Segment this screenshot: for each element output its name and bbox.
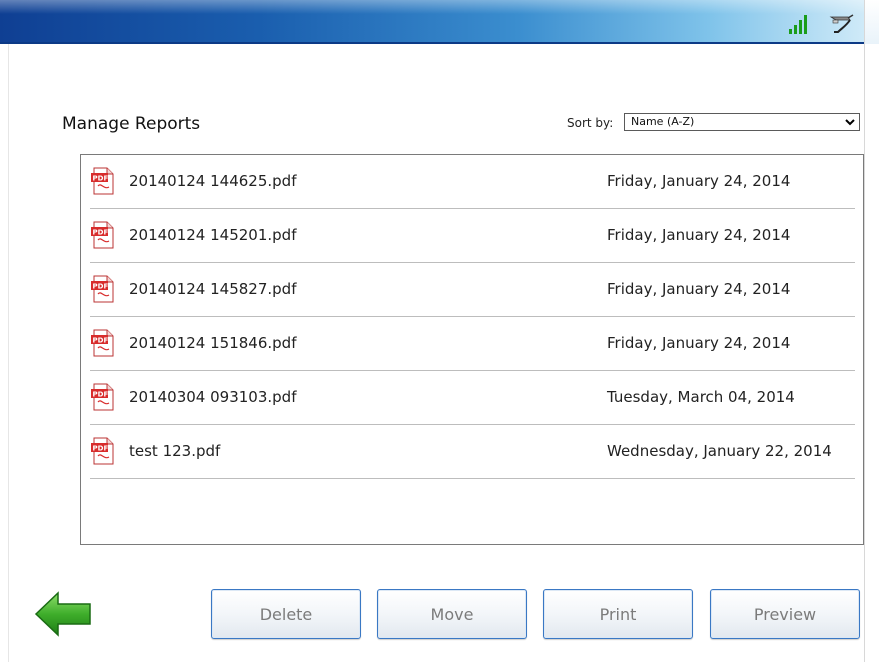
file-date: Friday, January 24, 2014 [607, 280, 791, 298]
sort-selected-value: Name (A-Z) [631, 115, 695, 128]
status-bar [0, 0, 864, 44]
svg-text:PDF: PDF [93, 175, 109, 183]
pdf-file-icon: PDF [91, 437, 114, 465]
file-row[interactable]: PDF 20140304 093103.pdf Tuesday, March 0… [90, 371, 855, 425]
file-row[interactable]: PDF 20140124 145827.pdf Friday, January … [90, 263, 855, 317]
file-name: 20140124 145201.pdf [129, 226, 297, 244]
print-button[interactable]: Print [543, 589, 693, 639]
pdf-file-icon: PDF [91, 329, 114, 357]
file-row[interactable]: PDF 20140124 144625.pdf Friday, January … [90, 155, 855, 209]
sort-label: Sort by: [567, 116, 614, 130]
file-date: Friday, January 24, 2014 [607, 226, 791, 244]
file-date: Friday, January 24, 2014 [607, 334, 791, 352]
page-title: Manage Reports [62, 114, 201, 134]
right-scroll-edge [864, 0, 879, 662]
file-name: 20140304 093103.pdf [129, 388, 297, 406]
svg-text:PDF: PDF [93, 229, 109, 237]
report-file-list[interactable]: PDF 20140124 144625.pdf Friday, January … [80, 154, 864, 545]
svg-text:PDF: PDF [93, 391, 109, 399]
signal-strength-icon [789, 12, 809, 34]
preview-button[interactable]: Preview [710, 589, 860, 639]
pdf-file-icon: PDF [91, 221, 114, 249]
file-date: Tuesday, March 04, 2014 [607, 388, 795, 406]
pdf-file-icon: PDF [91, 383, 114, 411]
file-name: 20140124 151846.pdf [129, 334, 297, 352]
back-button[interactable] [34, 590, 94, 638]
svg-text:PDF: PDF [93, 283, 109, 291]
sort-dropdown[interactable]: Name (A-Z) [624, 113, 860, 131]
svg-text:PDF: PDF [93, 445, 109, 453]
file-row[interactable]: PDF 20140124 145201.pdf Friday, January … [90, 209, 855, 263]
pdf-file-icon: PDF [91, 275, 114, 303]
file-date: Wednesday, January 22, 2014 [607, 442, 832, 460]
status-bar-gloss [0, 0, 864, 14]
file-name: 20140124 144625.pdf [129, 172, 297, 190]
chevron-down-icon [845, 119, 855, 126]
network-cable-icon [829, 14, 854, 33]
file-name: test 123.pdf [129, 442, 221, 460]
file-row[interactable]: PDF test 123.pdf Wednesday, January 22, … [90, 425, 855, 479]
delete-button[interactable]: Delete [211, 589, 361, 639]
file-name: 20140124 145827.pdf [129, 280, 297, 298]
back-arrow-icon [34, 591, 91, 637]
file-date: Friday, January 24, 2014 [607, 172, 791, 190]
svg-text:PDF: PDF [93, 337, 109, 345]
move-button[interactable]: Move [377, 589, 527, 639]
file-row[interactable]: PDF 20140124 151846.pdf Friday, January … [90, 317, 855, 371]
pdf-file-icon: PDF [91, 167, 114, 195]
left-border [0, 44, 9, 662]
